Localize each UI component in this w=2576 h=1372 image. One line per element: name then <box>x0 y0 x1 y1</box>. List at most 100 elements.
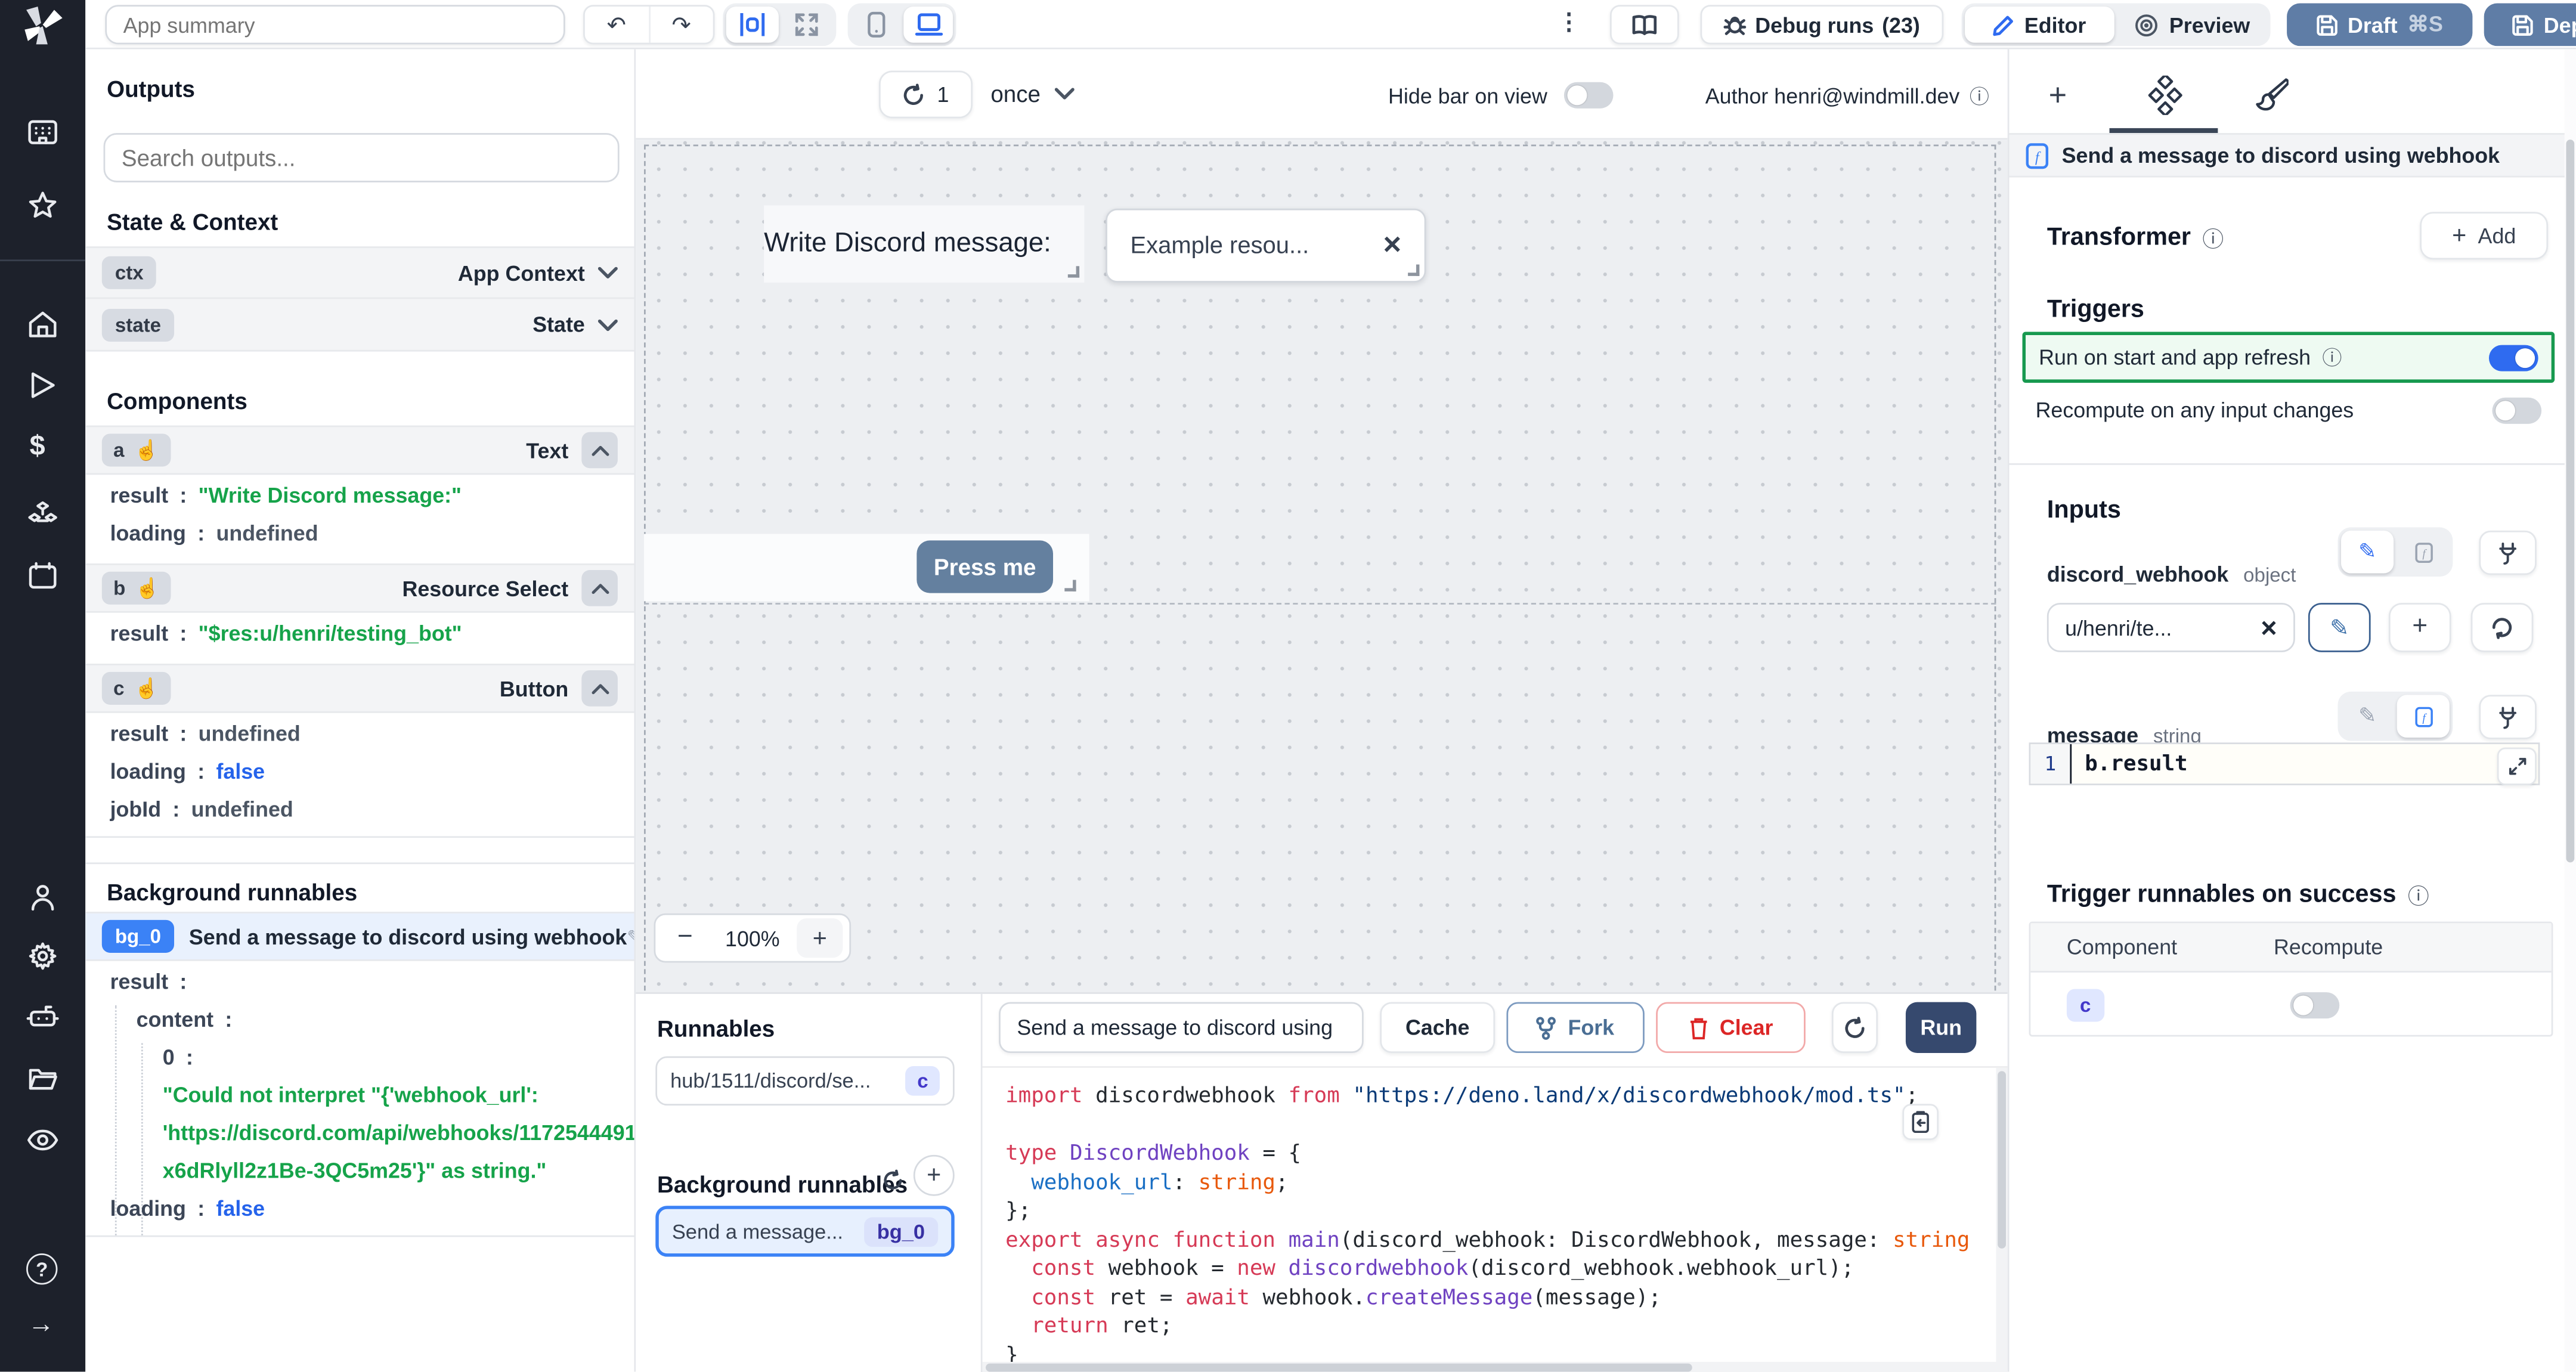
chevron-down-icon[interactable] <box>597 266 618 279</box>
home-icon[interactable] <box>28 311 58 339</box>
static-mode-button[interactable]: ✎ <box>2341 695 2394 738</box>
style-tab[interactable] <box>2256 77 2289 112</box>
user-icon[interactable] <box>28 884 58 912</box>
trash-icon <box>1690 1017 1707 1039</box>
app-canvas[interactable]: Write Discord message: Example resou... … <box>636 140 2008 993</box>
resize-handle[interactable] <box>1067 266 1080 278</box>
clear-button[interactable]: Clear <box>1656 1002 1806 1054</box>
code-area[interactable]: import discordwebhook from "https://deno… <box>982 1066 2008 1372</box>
field2-expr-editor[interactable]: 1 b.result <box>2029 742 2540 785</box>
code-horizontal-scrollbar[interactable] <box>982 1361 1996 1372</box>
ctx-row[interactable]: ctx App Context <box>85 246 634 299</box>
undo-button[interactable]: ↶ <box>585 7 650 43</box>
insert-tab[interactable]: + <box>2049 79 2067 115</box>
schedules-icon[interactable] <box>28 562 58 590</box>
edit-pencil-icon[interactable]: ✎ <box>627 925 634 947</box>
settings-tab-active[interactable] <box>2147 75 2184 115</box>
field1-resource-select[interactable]: u/henri/te... × <box>2046 603 2295 652</box>
component-a-row[interactable]: a ☝ Text <box>85 425 634 475</box>
field1-connect-button[interactable] <box>2479 530 2537 575</box>
field1-refresh-button[interactable] <box>2470 603 2534 652</box>
refresh-icon <box>1845 1016 1865 1037</box>
expand-expr-button[interactable] <box>2497 747 2537 785</box>
windmill-logo[interactable] <box>21 7 64 46</box>
zoom-in-button[interactable]: + <box>797 918 843 958</box>
hide-bar-toggle[interactable] <box>1563 82 1614 109</box>
panel-scrollbar[interactable] <box>2564 49 2576 1372</box>
code-vertical-scrollbar[interactable] <box>1996 1067 2008 1372</box>
state-row[interactable]: state State <box>85 299 634 352</box>
workers-icon[interactable] <box>26 1004 59 1030</box>
bg0-row[interactable]: bg_0 Send a message to discord using web… <box>85 912 634 961</box>
settings-gear-icon[interactable] <box>28 941 58 971</box>
eval-mode-button[interactable]: f <box>2397 695 2450 738</box>
resource-select-component[interactable]: Example resou... × <box>1106 208 1426 283</box>
kebab-menu-button[interactable]: ⋮ <box>1558 8 1581 36</box>
redo-button[interactable]: ↷ <box>650 7 713 43</box>
apps-icon[interactable] <box>28 120 58 146</box>
copy-code-button[interactable] <box>1902 1104 1939 1141</box>
recompute-all-icon[interactable] <box>882 1169 903 1191</box>
resize-handle[interactable] <box>1408 264 1420 276</box>
component-b-row[interactable]: b ☝ Resource Select <box>85 563 634 613</box>
resize-handle[interactable] <box>1064 580 1076 591</box>
sidebar-divider <box>0 259 86 262</box>
expand-arrow-icon[interactable]: → <box>28 1311 54 1341</box>
docs-button[interactable] <box>1609 5 1679 45</box>
clear-resource-icon[interactable]: × <box>2261 614 2277 642</box>
collapse-button[interactable] <box>581 670 618 707</box>
add-bg-runnable-button[interactable]: + <box>913 1154 955 1196</box>
collapse-button[interactable] <box>581 432 618 469</box>
refresh-count-box[interactable]: 1 <box>878 70 973 119</box>
run-button[interactable]: Run <box>1905 1002 1977 1054</box>
desktop-view-button[interactable] <box>903 7 953 43</box>
run-on-start-toggle[interactable] <box>2488 344 2538 371</box>
field1-edit-button[interactable]: ✎ <box>2308 603 2371 652</box>
canvas-toolbar: 1 once Hide bar on view Author henri@win… <box>636 49 2008 140</box>
field1-add-button[interactable]: + <box>2388 603 2451 652</box>
debug-runs-button[interactable]: Debug runs (23) <box>1700 5 1944 45</box>
audit-eye-icon[interactable] <box>26 1129 59 1152</box>
text-component[interactable]: Write Discord message: <box>764 205 1085 283</box>
draft-button[interactable]: Draft ⌘S <box>2287 3 2473 47</box>
component-c-row[interactable]: c ☝ Button <box>85 664 634 713</box>
tab-preview[interactable]: Preview <box>2117 7 2267 43</box>
runnable-name-input[interactable] <box>999 1002 1364 1054</box>
tab-editor[interactable]: Editor <box>1965 7 2114 43</box>
eval-mode-button[interactable]: f <box>2397 531 2450 574</box>
zoom-out-button[interactable]: − <box>662 923 708 953</box>
recompute-toggle[interactable] <box>2492 397 2542 423</box>
static-mode-button[interactable]: ✎ <box>2341 530 2394 574</box>
collapse-button[interactable] <box>581 570 618 606</box>
deploy-button[interactable]: Deploy <box>2484 3 2576 47</box>
mobile-view-button[interactable] <box>851 7 900 43</box>
center-layout-button[interactable] <box>726 7 778 43</box>
bg-runnable-item-selected[interactable]: Send a message... bg_0 <box>655 1206 955 1257</box>
folders-icon[interactable] <box>28 1066 58 1091</box>
resources-icon[interactable] <box>26 501 59 529</box>
schedule-dropdown[interactable]: once <box>990 80 1075 107</box>
chevron-down-icon[interactable] <box>597 318 618 331</box>
search-outputs-input[interactable] <box>103 133 620 182</box>
help-icon[interactable]: ? <box>26 1253 58 1285</box>
cache-button[interactable]: Cache <box>1380 1002 1496 1054</box>
clear-select-icon[interactable]: × <box>1383 230 1401 261</box>
device-toggle-group <box>847 3 956 47</box>
fork-button[interactable]: Fork <box>1506 1002 1645 1054</box>
undo-redo-group: ↶ ↷ <box>583 5 715 45</box>
fullscreen-button[interactable] <box>781 7 833 43</box>
refresh-code-button[interactable] <box>1831 1002 1878 1054</box>
runs-icon[interactable] <box>30 371 56 399</box>
bg0-index-row: 0: <box>162 1045 193 1070</box>
star-icon[interactable] <box>28 191 58 221</box>
runnable-item[interactable]: hub/1511/discord/se... c <box>655 1056 955 1106</box>
press-me-button[interactable]: Press me <box>917 540 1054 593</box>
field2-connect-button[interactable] <box>2479 695 2537 739</box>
add-transformer-button[interactable]: + Add <box>2420 212 2549 260</box>
app-summary-input[interactable] <box>105 5 565 45</box>
hide-bar-row: Hide bar on view <box>1388 82 1614 109</box>
selected-runnable-header: f Send a message to discord using webhoo… <box>2009 133 2576 178</box>
variables-icon[interactable]: $ <box>30 431 45 463</box>
divider <box>85 836 634 838</box>
row-recompute-toggle[interactable] <box>2290 991 2340 1018</box>
